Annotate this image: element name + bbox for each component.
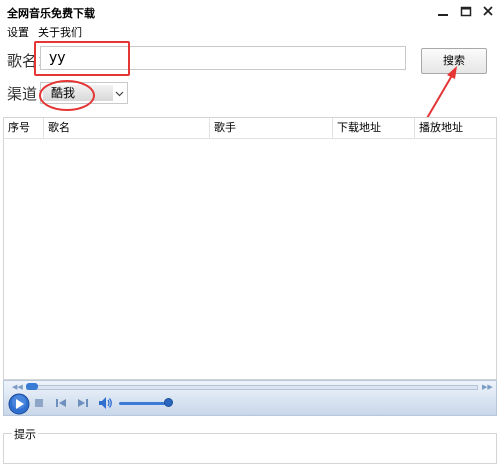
close-icon — [483, 6, 493, 16]
tips-groupbox — [3, 433, 497, 464]
next-icon — [78, 399, 88, 407]
main-window: 全网音乐免费下载 设置 关于我们 歌名： yy 搜索 渠道： 酷我 序号 歌名 … — [0, 0, 500, 467]
tips-label: 提示 — [12, 426, 38, 442]
column-header-download-url[interactable]: 下载地址 — [333, 118, 415, 138]
column-header-index[interactable]: 序号 — [4, 118, 44, 138]
minimize-icon — [438, 14, 448, 16]
play-icon — [8, 393, 30, 415]
speaker-icon — [99, 397, 112, 409]
annotation-highlight-rect — [34, 41, 130, 76]
seek-thumb[interactable] — [26, 383, 38, 390]
seek-bar[interactable] — [26, 385, 478, 390]
minimize-button[interactable] — [433, 3, 453, 21]
annotation-highlight-ellipse — [39, 80, 95, 111]
seek-back-icon: ◀◀ — [12, 383, 23, 391]
column-header-song[interactable]: 歌名 — [44, 118, 210, 138]
previous-icon — [56, 399, 66, 407]
chevron-down-icon — [115, 88, 124, 101]
previous-button[interactable] — [54, 397, 68, 412]
window-title: 全网音乐免费下载 — [7, 7, 95, 20]
maximize-icon — [460, 6, 472, 17]
seek-forward-icon: ▶▶ — [482, 383, 493, 391]
stop-button[interactable] — [34, 398, 44, 411]
menu-about-us[interactable]: 关于我们 — [38, 24, 82, 40]
volume-button[interactable] — [97, 396, 113, 413]
table-header: 序号 歌名 歌手 下载地址 播放地址 — [4, 118, 496, 139]
next-button[interactable] — [76, 397, 90, 412]
play-button[interactable] — [8, 393, 30, 418]
column-header-singer[interactable]: 歌手 — [210, 118, 333, 138]
media-player: ◀◀ ▶▶ — [3, 380, 497, 416]
volume-slider-thumb[interactable] — [164, 398, 173, 407]
column-header-play-url[interactable]: 播放地址 — [415, 118, 496, 138]
stop-icon — [35, 399, 43, 407]
menu-settings[interactable]: 设置 — [7, 24, 29, 40]
maximize-button[interactable] — [456, 3, 476, 21]
title-bar: 全网音乐免费下载 — [0, 0, 500, 24]
results-table: 序号 歌名 歌手 下载地址 播放地址 — [3, 117, 497, 380]
close-button[interactable] — [478, 3, 498, 21]
search-button[interactable]: 搜索 — [421, 48, 487, 74]
